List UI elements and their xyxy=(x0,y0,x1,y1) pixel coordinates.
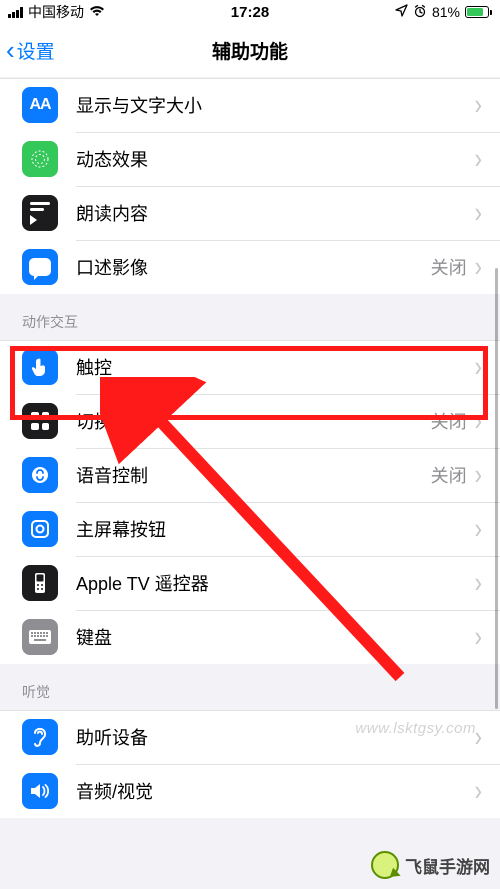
home-button-icon xyxy=(22,511,58,547)
row-motion[interactable]: 动态效果 › xyxy=(0,132,500,186)
chevron-right-icon: › xyxy=(475,91,482,120)
settings-scroll[interactable]: AA 显示与文字大小 › 动态效果 › 朗读内容 › 口述影像 关 xyxy=(0,78,500,889)
vision-list: AA 显示与文字大小 › 动态效果 › 朗读内容 › 口述影像 关 xyxy=(0,78,500,294)
row-label: 触控 xyxy=(76,354,475,380)
section-header-hearing: 听觉 xyxy=(0,664,500,710)
section-header-motor: 动作交互 xyxy=(0,294,500,340)
voice-control-icon xyxy=(22,457,58,493)
chevron-right-icon: › xyxy=(475,199,482,228)
chevron-right-icon: › xyxy=(475,777,482,806)
audio-description-icon xyxy=(22,249,58,285)
row-label: 键盘 xyxy=(76,624,475,650)
tv-remote-icon xyxy=(22,565,58,601)
row-label: 语音控制 xyxy=(76,462,431,488)
speaker-icon xyxy=(22,773,58,809)
row-label: 音频/视觉 xyxy=(76,778,475,804)
chevron-right-icon: › xyxy=(475,253,482,282)
alarm-icon xyxy=(413,4,427,21)
chevron-right-icon: › xyxy=(475,569,482,598)
row-label: 切换控制 xyxy=(76,408,431,434)
row-label: 显示与文字大小 xyxy=(76,92,475,118)
page-title: 辅助功能 xyxy=(212,37,288,64)
status-left: 中国移动 xyxy=(8,2,105,22)
chevron-left-icon: ‹ xyxy=(6,37,15,63)
row-label: Apple TV 遥控器 xyxy=(76,570,475,596)
clock: 17:28 xyxy=(231,4,269,21)
row-audio-visual[interactable]: 音频/视觉 › xyxy=(0,764,500,818)
row-label: 朗读内容 xyxy=(76,200,475,226)
back-label: 设置 xyxy=(17,37,55,64)
nav-bar: ‹ 设置 辅助功能 xyxy=(0,24,500,78)
chevron-right-icon: › xyxy=(475,461,482,490)
row-keyboards[interactable]: 键盘 › xyxy=(0,610,500,664)
row-switch-control[interactable]: 切换控制 关闭 › xyxy=(0,394,500,448)
chevron-right-icon: › xyxy=(475,723,482,752)
row-voice-control[interactable]: 语音控制 关闭 › xyxy=(0,448,500,502)
row-label: 口述影像 xyxy=(76,254,431,280)
text-size-icon: AA xyxy=(22,87,58,123)
row-hearing-devices[interactable]: 助听设备 › xyxy=(0,710,500,764)
row-label: 主屏幕按钮 xyxy=(76,516,475,542)
keyboard-icon xyxy=(22,619,58,655)
row-detail: 关闭 xyxy=(431,408,467,434)
battery-icon xyxy=(465,6,492,18)
scrollbar[interactable] xyxy=(495,268,498,709)
row-display-text-size[interactable]: AA 显示与文字大小 › xyxy=(0,78,500,132)
chevron-right-icon: › xyxy=(475,515,482,544)
carrier-label: 中国移动 xyxy=(28,2,84,22)
spoken-content-icon xyxy=(22,195,58,231)
wifi-icon xyxy=(89,5,105,19)
chevron-right-icon: › xyxy=(475,407,482,436)
motor-list: 触控 › 切换控制 关闭 › 语音控制 关闭 › 主屏幕按钮 xyxy=(0,340,500,664)
row-apple-tv-remote[interactable]: Apple TV 遥控器 › xyxy=(0,556,500,610)
status-bar: 中国移动 17:28 81% xyxy=(0,0,500,24)
row-detail: 关闭 xyxy=(431,462,467,488)
status-right: 81% xyxy=(395,4,492,21)
signal-icon xyxy=(8,7,23,18)
battery-pct: 81% xyxy=(432,4,460,20)
ear-icon xyxy=(22,719,58,755)
row-touch[interactable]: 触控 › xyxy=(0,340,500,394)
locate-icon xyxy=(395,4,408,20)
back-button[interactable]: ‹ 设置 xyxy=(6,37,55,64)
chevron-right-icon: › xyxy=(475,145,482,174)
chevron-right-icon: › xyxy=(475,353,482,382)
row-spoken-content[interactable]: 朗读内容 › xyxy=(0,186,500,240)
hearing-list: 助听设备 › 音频/视觉 › xyxy=(0,710,500,818)
row-label: 动态效果 xyxy=(76,146,475,172)
row-audio-descriptions[interactable]: 口述影像 关闭 › xyxy=(0,240,500,294)
chevron-right-icon: › xyxy=(475,623,482,652)
switch-control-icon xyxy=(22,403,58,439)
motion-icon xyxy=(22,141,58,177)
touch-icon xyxy=(22,349,58,385)
row-label: 助听设备 xyxy=(76,724,475,750)
row-detail: 关闭 xyxy=(431,254,467,280)
row-home-button[interactable]: 主屏幕按钮 › xyxy=(0,502,500,556)
